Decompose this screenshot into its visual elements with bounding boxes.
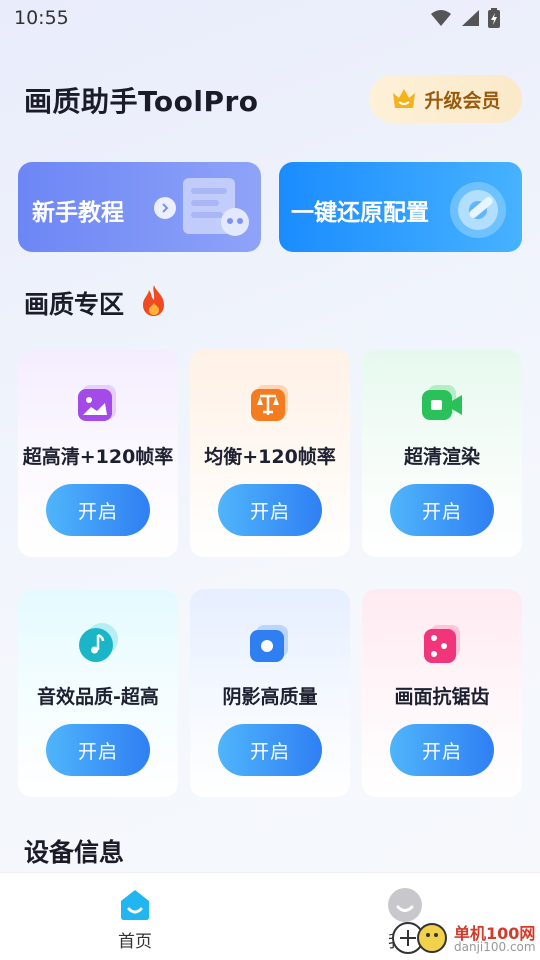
- enable-button[interactable]: 开启: [46, 484, 150, 536]
- card-label: 均衡+120帧率: [204, 446, 336, 468]
- feature-card-ultra-render: 超清渲染 开启: [362, 349, 522, 557]
- image-icon: [78, 385, 116, 421]
- fire-icon: [143, 285, 164, 316]
- video-camera-icon: [422, 385, 462, 420]
- crown-icon: [393, 89, 416, 108]
- signal-icon: [462, 10, 479, 26]
- watermark-logo-icon: [392, 922, 447, 954]
- card-label: 画面抗锯齿: [394, 686, 490, 708]
- record-icon: [250, 625, 288, 662]
- card-label: 超清渲染: [403, 446, 480, 468]
- dice-icon: [424, 625, 460, 663]
- quality-section-title: 画质专区: [24, 290, 125, 319]
- restore-config-banner[interactable]: 一键还原配置: [279, 162, 522, 252]
- status-icons: [430, 8, 500, 28]
- enable-button[interactable]: 开启: [218, 484, 322, 536]
- restore-config-banner-label: 一键还原配置: [291, 200, 429, 226]
- feature-card-shadow: 阴影高质量 开启: [190, 589, 350, 797]
- battery-icon: [488, 8, 500, 28]
- watermark: 单机100网 danji100.com: [390, 918, 540, 960]
- nav-label-home: 首页: [118, 932, 152, 952]
- enable-button[interactable]: 开启: [390, 724, 494, 776]
- card-label: 阴影高质量: [222, 686, 318, 708]
- enable-button[interactable]: 开启: [390, 484, 494, 536]
- card-label: 音效品质-超高: [37, 686, 159, 708]
- feature-card-antialias: 画面抗锯齿 开启: [362, 589, 522, 797]
- feature-card-balanced: 均衡+120帧率 开启: [190, 349, 350, 557]
- device-info-section-title: 设备信息: [24, 838, 125, 867]
- feature-card-ultra-hd: 超高清+120帧率 开启: [18, 349, 178, 557]
- upgrade-vip-label: 升级会员: [424, 89, 501, 112]
- tutorial-banner[interactable]: 新手教程: [18, 162, 261, 252]
- feature-card-audio: 音效品质-超高 开启: [18, 589, 178, 797]
- status-bar: 10:55: [0, 0, 540, 36]
- enable-button[interactable]: 开启: [46, 724, 150, 776]
- balance-scale-icon: [251, 385, 288, 421]
- music-note-icon: [79, 623, 118, 662]
- tutorial-banner-label: 新手教程: [32, 200, 124, 226]
- home-icon: [121, 890, 149, 920]
- wifi-icon: [431, 10, 451, 26]
- upgrade-vip-button[interactable]: 升级会员: [369, 75, 522, 123]
- app-title: 画质助手ToolPro: [24, 85, 259, 118]
- watermark-url: danji100.com: [454, 940, 536, 954]
- card-label: 超高清+120帧率: [22, 446, 174, 468]
- status-time: 10:55: [14, 7, 69, 29]
- gear-wrench-icon: [450, 182, 506, 238]
- enable-button[interactable]: 开启: [218, 724, 322, 776]
- nav-item-home[interactable]: 首页: [95, 887, 175, 952]
- tutorial-illustration-icon: [183, 178, 249, 236]
